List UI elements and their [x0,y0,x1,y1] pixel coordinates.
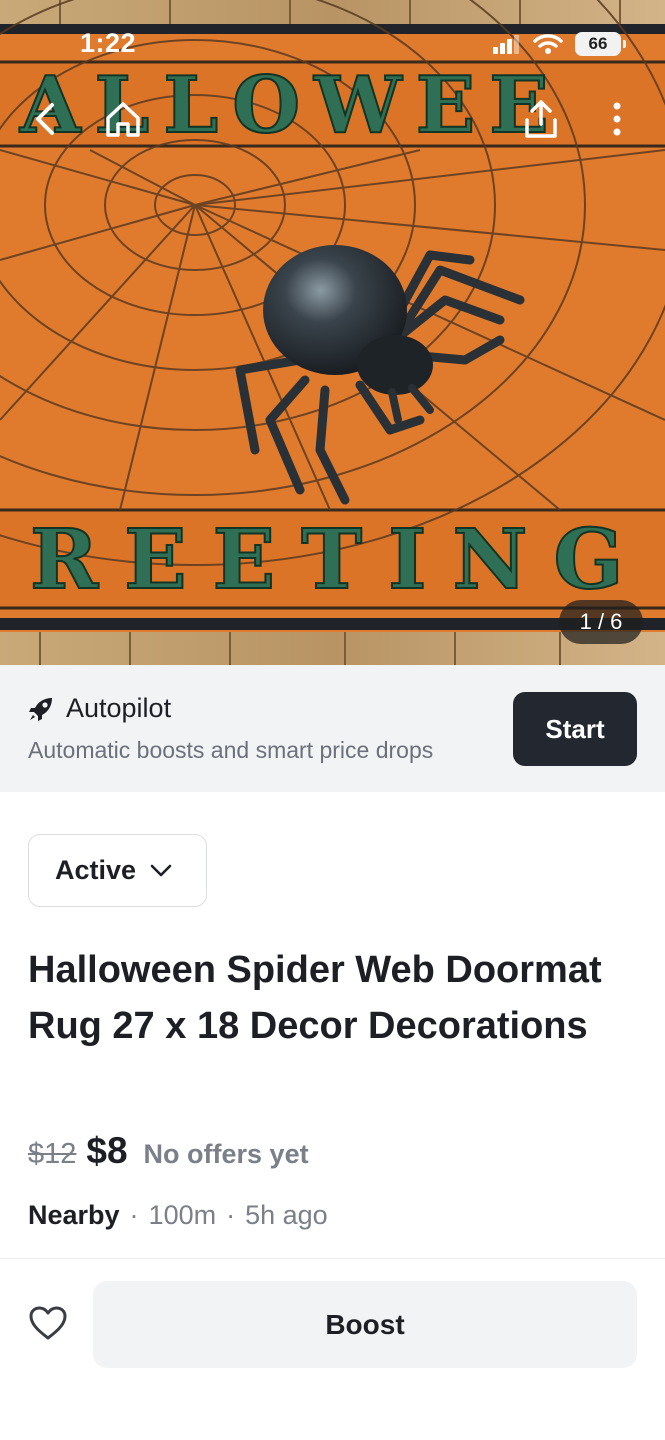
autopilot-title-row: Autopilot [28,693,171,724]
price-row: $12 $8 No offers yet [28,1130,309,1172]
listing-distance: 100m [148,1200,217,1230]
boost-button[interactable]: Boost [93,1281,637,1368]
current-price: $8 [86,1130,128,1171]
listing-meta: Nearby · 100m · 5h ago [28,1200,328,1231]
more-options-button[interactable] [594,96,640,142]
listing-photo[interactable]: ALLOWEE REETING 1:22 66 1 / 6 [0,0,665,665]
status-time: 1:22 [80,28,137,58]
listing-status-value: Active [55,855,137,885]
image-counter: 1 / 6 [559,600,643,644]
bottom-action-bar: Boost [0,1258,665,1440]
home-button[interactable] [100,96,146,142]
heart-outline-icon [29,1306,67,1340]
home-icon [106,102,140,137]
cellular-signal-icon [493,35,519,54]
autopilot-subtitle: Automatic boosts and smart price drops [28,737,434,763]
wifi-icon [533,34,563,54]
meta-separator: · [129,1200,139,1230]
listing-status-dropdown[interactable]: Active [28,834,207,907]
battery-indicator: 66 [575,32,626,56]
offers-status: No offers yet [143,1139,309,1169]
favorite-button[interactable] [26,1301,70,1345]
listing-title: Halloween Spider Web Doormat Rug 27 x 18… [28,949,602,1047]
rug-bottom-text: REETING [30,512,650,608]
original-price: $12 [28,1138,77,1170]
meta-separator: · [226,1200,236,1230]
listing-posted-time: 5h ago [245,1200,328,1230]
autopilot-start-button[interactable]: Start [513,692,637,766]
share-icon [525,100,557,138]
listing-location[interactable]: Nearby [28,1200,120,1231]
share-button[interactable] [518,96,564,142]
back-button[interactable] [22,96,68,142]
rocket-icon [29,697,52,721]
status-icons: 66 [493,32,626,56]
chevron-down-icon [150,864,172,876]
status-bar: 1:22 66 [0,0,665,90]
chevron-left-icon [36,103,54,135]
more-vertical-icon [613,102,621,136]
autopilot-banner: Autopilot Automatic boosts and smart pri… [0,665,665,792]
autopilot-title: Autopilot [66,693,172,723]
